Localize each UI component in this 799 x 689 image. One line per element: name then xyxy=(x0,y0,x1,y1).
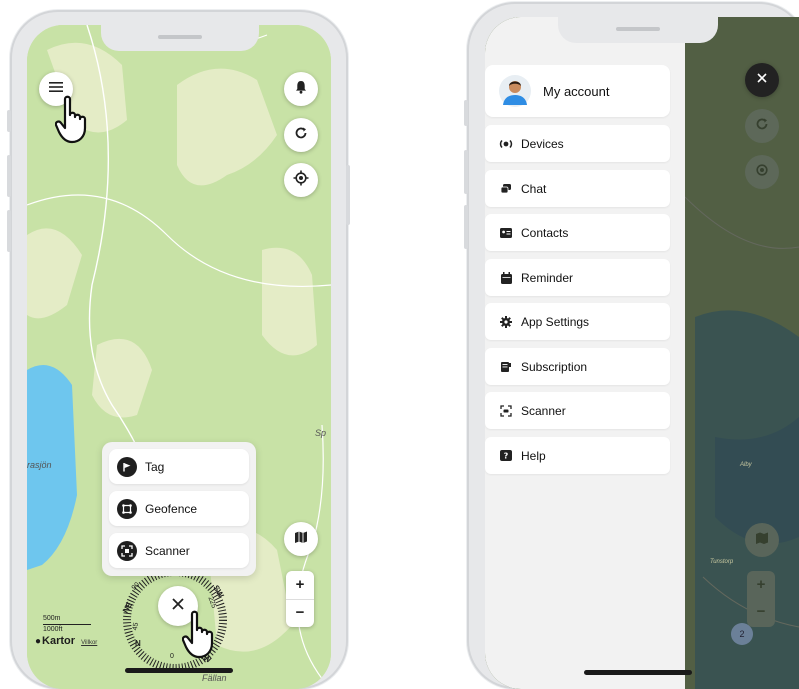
scanner-icon xyxy=(499,404,513,418)
home-indicator[interactable] xyxy=(125,668,233,673)
speaker-grille xyxy=(158,35,202,39)
left-map-screen[interactable]: Sp rasjön Fällan + − 500m 1000ft ● Karto… xyxy=(27,25,331,689)
menu-item-label: Devices xyxy=(521,136,564,151)
calendar-icon xyxy=(499,271,513,285)
map-attribution: ● Kartor Villkor xyxy=(35,635,97,647)
popup-item-scanner[interactable]: Scanner xyxy=(109,533,249,568)
menu-item-label: Scanner xyxy=(521,403,566,418)
menu-item-label: Contacts xyxy=(521,225,569,240)
phone-notch xyxy=(558,17,718,43)
locate-button[interactable] xyxy=(284,163,318,197)
map-place-label: Alby xyxy=(740,462,752,468)
attribution-brand: Kartor xyxy=(42,635,76,647)
svg-text:?: ? xyxy=(504,451,509,460)
side-button xyxy=(7,110,11,132)
zoom-in-button[interactable]: + xyxy=(747,571,775,599)
hand-pointer-icon xyxy=(54,95,101,150)
locate-icon xyxy=(754,162,770,183)
map-place-label: rasjön xyxy=(27,460,52,470)
side-button xyxy=(464,205,468,249)
compass-label: N xyxy=(135,639,141,648)
hand-pointer-icon xyxy=(181,610,228,665)
map-icon xyxy=(294,530,308,549)
refresh-icon xyxy=(755,117,769,136)
map-layers-button[interactable] xyxy=(745,523,779,557)
attribution-terms-link[interactable]: Villkor xyxy=(81,640,97,646)
menu-item-label: Chat xyxy=(521,181,547,196)
menu-item-scanner[interactable]: Scanner xyxy=(485,392,670,429)
map-layers-button[interactable] xyxy=(284,522,318,556)
menu-item-label: Help xyxy=(521,448,546,463)
menu-item-contacts[interactable]: Contacts xyxy=(485,214,670,251)
chat-icon xyxy=(499,182,513,196)
zoom-in-button[interactable]: + xyxy=(286,571,314,600)
cluster-count: 2 xyxy=(739,629,745,639)
zoom-control: + − xyxy=(747,571,775,627)
menu-item-chat[interactable]: Chat xyxy=(485,170,670,207)
popup-item-label: Scanner xyxy=(145,543,190,558)
phone-notch xyxy=(101,25,259,51)
scale-metric: 500m xyxy=(43,615,61,622)
popup-item-label: Geofence xyxy=(145,501,198,516)
map-place-label: Tunstorp xyxy=(710,559,734,565)
notifications-button[interactable] xyxy=(284,72,318,106)
compass-label: 0 xyxy=(170,653,174,660)
my-account-label: My account xyxy=(543,83,610,99)
bell-icon xyxy=(294,80,308,99)
zoom-out-button[interactable]: − xyxy=(747,599,775,626)
gear-icon xyxy=(499,315,513,329)
close-menu-button[interactable] xyxy=(745,63,779,97)
menu-item-subscription[interactable]: Subscription xyxy=(485,348,670,385)
speaker-grille xyxy=(616,27,660,31)
refresh-icon xyxy=(294,126,308,145)
menu-item-devices[interactable]: Devices xyxy=(485,125,670,162)
geofence-icon xyxy=(117,498,137,519)
compass-label: 45 xyxy=(131,622,141,631)
popup-item-geofence[interactable]: Geofence xyxy=(109,491,249,526)
contacts-icon xyxy=(499,226,513,240)
menu-item-app-settings[interactable]: App Settings xyxy=(485,303,670,340)
devices-icon xyxy=(499,137,513,151)
menu-item-help[interactable]: ? Help xyxy=(485,437,670,474)
popup-item-tag[interactable]: Tag xyxy=(109,449,249,484)
side-menu: My account Devices Chat Contacts Reminde… xyxy=(485,17,685,689)
menu-item-label: Reminder xyxy=(521,270,574,285)
my-account-item[interactable]: My account xyxy=(485,65,670,117)
close-icon xyxy=(756,71,768,89)
side-button xyxy=(464,100,468,126)
zoom-out-button[interactable]: − xyxy=(286,600,314,627)
menu-item-label: Subscription xyxy=(521,359,588,374)
map-icon xyxy=(755,531,769,550)
home-indicator[interactable] xyxy=(584,670,692,675)
zoom-control: + − xyxy=(286,571,314,627)
flag-icon xyxy=(117,456,137,477)
popup-item-label: Tag xyxy=(145,459,165,474)
side-button xyxy=(7,210,11,252)
menu-item-reminder[interactable]: Reminder xyxy=(485,259,670,296)
map-place-label: Sp xyxy=(315,428,327,438)
side-button xyxy=(464,150,468,194)
right-app-screen: Tunstorp Alby 2 + − My account Devices C… xyxy=(485,17,799,689)
subscription-icon xyxy=(499,360,513,374)
locate-icon xyxy=(293,170,309,191)
apple-icon: ● xyxy=(35,636,42,647)
action-popup: Tag Geofence Scanner xyxy=(102,442,256,576)
refresh-button[interactable] xyxy=(284,118,318,152)
side-button xyxy=(7,155,11,197)
refresh-button[interactable] xyxy=(745,109,779,143)
scanner-icon xyxy=(117,540,137,561)
locate-button[interactable] xyxy=(745,155,779,189)
avatar xyxy=(499,75,531,107)
side-button xyxy=(346,165,350,225)
menu-item-label: App Settings xyxy=(521,314,590,329)
help-icon: ? xyxy=(499,449,513,463)
scale-imperial: 1000ft xyxy=(43,626,63,633)
